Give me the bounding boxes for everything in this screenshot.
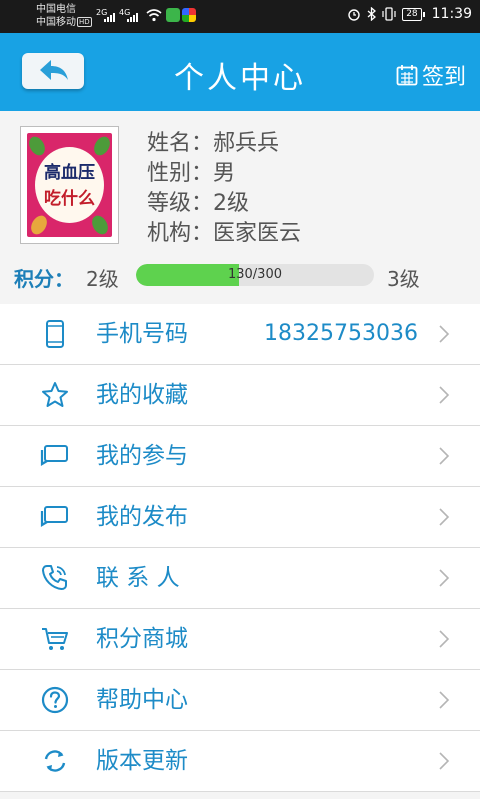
title-bar: 个人中心 签到: [0, 33, 480, 111]
menu-item-phone[interactable]: 手机号码 18325753036: [0, 304, 480, 365]
menu-label: 我的参与: [96, 443, 188, 469]
battery-indicator: 28: [402, 7, 426, 21]
alarm-icon: [348, 9, 360, 21]
signal-icon: [104, 10, 115, 22]
menu-label: 积分商城: [96, 626, 188, 652]
carrier-1: 中国电信: [36, 4, 76, 15]
chat-icon: [40, 506, 68, 527]
menu-item-help[interactable]: 帮助中心: [0, 670, 480, 731]
org-value: 医家医云: [213, 221, 302, 246]
chevron-right-icon: [439, 569, 450, 587]
name-label: 姓名：: [147, 131, 214, 156]
menu-item-points-mall[interactable]: 积分商城: [0, 609, 480, 670]
status-right: 28 11:39: [347, 6, 472, 22]
chevron-right-icon: [439, 386, 450, 404]
chat-icon: [40, 445, 68, 466]
help-icon: [41, 686, 69, 714]
org-label: 机构：: [147, 221, 214, 246]
avatar-image: 高血压 吃什么: [27, 133, 112, 237]
menu-label: 我的发布: [96, 504, 188, 530]
menu-label: 联 系 人: [96, 565, 180, 591]
menu-item-posts[interactable]: 我的发布: [0, 487, 480, 548]
org-row: 机构：医家医云: [147, 219, 301, 249]
avatar[interactable]: 高血压 吃什么: [20, 126, 119, 244]
next-level: 3级: [387, 267, 420, 291]
level-row: 等级：2级: [147, 189, 301, 219]
signal-icon-2: [127, 10, 138, 22]
chevron-right-icon: [439, 325, 450, 343]
carrier-info: 中国电信 中国移动 HD: [36, 3, 92, 29]
profile-info: 姓名：郝兵兵 性别：男 等级：2级 机构：医家医云: [147, 129, 301, 249]
wifi-icon: [146, 9, 162, 22]
gender-value: 男: [213, 161, 236, 186]
star-icon: [42, 382, 68, 407]
cart-icon: [42, 628, 68, 650]
menu-item-participation[interactable]: 我的参与: [0, 426, 480, 487]
hd-badge: HD: [77, 17, 92, 27]
current-level: 2级: [86, 267, 119, 291]
carrier-2: 中国移动: [36, 17, 76, 28]
menu-label: 帮助中心: [96, 687, 188, 713]
chevron-right-icon: [439, 691, 450, 709]
call-icon: [42, 565, 67, 590]
chevron-right-icon: [439, 630, 450, 648]
refresh-icon: [44, 750, 66, 772]
calendar-icon: [396, 65, 418, 86]
menu-label: 版本更新: [96, 748, 188, 774]
menu-list: 手机号码 18325753036 我的收藏 我的参与 我的发布 联 系 人 积分…: [0, 304, 480, 792]
bluetooth-icon: [367, 7, 377, 21]
menu-label: 手机号码: [96, 321, 188, 347]
phone-icon: [46, 320, 64, 348]
points-progress-bar: 130/300: [136, 264, 374, 286]
points-row: 积分： 2级 130/300 3级: [14, 261, 474, 291]
clock: 11:39: [431, 6, 472, 22]
points-label: 积分：: [14, 267, 74, 291]
phone-number: 18325753036: [264, 321, 418, 346]
signin-label: 签到: [421, 65, 466, 90]
menu-item-contacts[interactable]: 联 系 人: [0, 548, 480, 609]
gallery-icon: [166, 8, 180, 22]
vibrate-icon: [382, 7, 396, 21]
progress-text: 130/300: [227, 267, 282, 282]
menu-label: 我的收藏: [96, 382, 188, 408]
chevron-right-icon: [439, 752, 450, 770]
status-bar: 中国电信 中国移动 HD 2G 4G 28 11:39: [0, 0, 480, 33]
menu-item-favorites[interactable]: 我的收藏: [0, 365, 480, 426]
app-icon: [182, 8, 196, 22]
chevron-right-icon: [439, 508, 450, 526]
avatar-book-title-1: 高血压: [44, 163, 95, 183]
chevron-right-icon: [439, 447, 450, 465]
gender-label: 性别：: [147, 161, 214, 186]
menu-item-update[interactable]: 版本更新: [0, 731, 480, 792]
level-value: 2级: [213, 191, 250, 216]
gender-row: 性别：男: [147, 159, 301, 189]
profile-section: 高血压 吃什么 姓名：郝兵兵 性别：男 等级：2级 机构：医家医云 积分： 2级…: [0, 111, 480, 304]
name-value: 郝兵兵: [213, 131, 280, 156]
notification-icons: [166, 8, 196, 22]
level-label: 等级：: [147, 191, 214, 216]
avatar-book-title-2: 吃什么: [44, 189, 95, 209]
name-row: 姓名：郝兵兵: [147, 129, 301, 159]
signin-button[interactable]: 签到: [396, 59, 466, 91]
